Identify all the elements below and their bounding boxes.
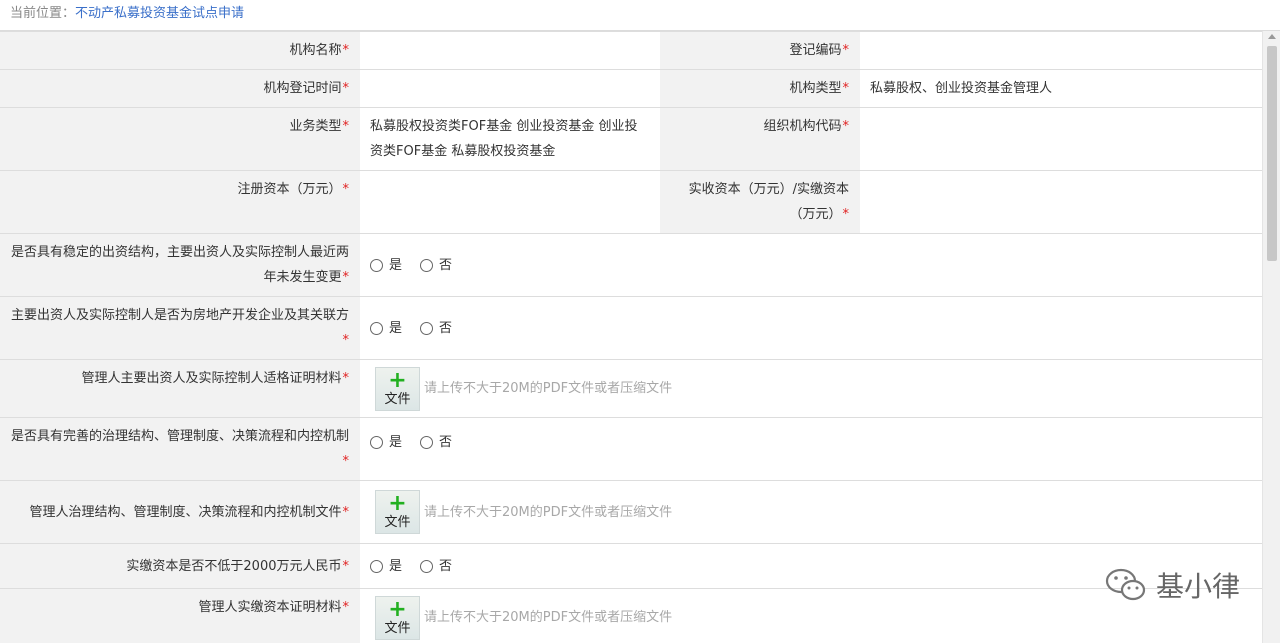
- row-governance: 是否具有完善的治理结构、管理制度、决策流程和内控机制* 是 否: [0, 418, 1262, 481]
- reg-code-value: [860, 32, 1262, 69]
- paid-proof-label: 管理人实缴资本证明材料*: [0, 589, 360, 643]
- plus-icon: +: [388, 491, 407, 516]
- form-frame: 机构名称* 登记编码* 机构登记时间* 机构类型* 私募股权、创业投资基金管理人…: [0, 31, 1280, 643]
- qual-material-label: 管理人主要出资人及实际控制人适格证明材料*: [0, 360, 360, 417]
- upload-hint: 请上传不大于20M的PDF文件或者压缩文件: [424, 504, 673, 520]
- paid-capital-value: [860, 171, 1262, 233]
- org-name-value: [360, 32, 660, 69]
- qual-material-upload: + 文件 请上传不大于20M的PDF文件或者压缩文件: [360, 360, 1262, 417]
- stable-structure-no-radio[interactable]: 否: [420, 253, 452, 278]
- watermark-text: 基小律: [1155, 570, 1240, 603]
- real-estate-label: 主要出资人及实际控制人是否为房地产开发企业及其关联方*: [0, 297, 360, 359]
- governance-file-upload-button[interactable]: + 文件: [375, 490, 420, 534]
- governance-options: 是 否: [360, 418, 1262, 480]
- biz-type-label: 业务类型*: [0, 108, 360, 170]
- row-governance-file: 管理人治理结构、管理制度、决策流程和内控机制文件* + 文件 请上传不大于20M的…: [0, 481, 1262, 544]
- governance-label: 是否具有完善的治理结构、管理制度、决策流程和内控机制*: [0, 418, 360, 480]
- plus-icon: +: [388, 367, 407, 393]
- watermark: 基小律: [1104, 565, 1240, 605]
- biz-type-value: 私募股权投资类FOF基金 创业投资基金 创业投资类FOF基金 私募股权投资基金: [370, 119, 638, 159]
- paid-2000-label: 实缴资本是否不低于2000万元人民币*: [0, 544, 360, 588]
- qual-material-upload-button[interactable]: + 文件: [375, 366, 420, 411]
- breadcrumb-label: 当前位置：: [10, 6, 76, 21]
- real-estate-options: 是 否: [360, 297, 1262, 359]
- paid-2000-yes-radio[interactable]: 是: [370, 554, 402, 579]
- stable-structure-label: 是否具有稳定的出资结构，主要出资人及实际控制人最近两年未发生变更*: [0, 234, 360, 296]
- governance-no-radio[interactable]: 否: [420, 430, 452, 455]
- row-org-name: 机构名称* 登记编码*: [0, 32, 1262, 70]
- row-paid-2000: 实缴资本是否不低于2000万元人民币* 是 否: [0, 544, 1262, 589]
- row-stable-structure: 是否具有稳定的出资结构，主要出资人及实际控制人最近两年未发生变更* 是 否: [0, 234, 1262, 297]
- paid-capital-label: 实收资本（万元）/实缴资本（万元）*: [660, 171, 860, 233]
- breadcrumb: 当前位置：不动产私募投资基金试点申请: [0, 0, 1280, 31]
- paid-proof-upload-button[interactable]: + 文件: [375, 595, 420, 640]
- reg-capital-value: [360, 171, 660, 233]
- row-real-estate: 主要出资人及实际控制人是否为房地产开发企业及其关联方* 是 否: [0, 297, 1262, 360]
- org-type-value: 私募股权、创业投资基金管理人: [870, 81, 1053, 96]
- reg-time-label: 机构登记时间*: [0, 70, 360, 107]
- governance-file-label: 管理人治理结构、管理制度、决策流程和内控机制文件*: [0, 481, 360, 543]
- breadcrumb-current[interactable]: 不动产私募投资基金试点申请: [75, 6, 244, 21]
- reg-capital-label: 注册资本（万元）*: [0, 171, 360, 233]
- org-code-value: [860, 108, 1262, 170]
- reg-code-label: 登记编码*: [660, 32, 860, 69]
- stable-structure-options: 是 否: [360, 234, 1262, 296]
- row-capital: 注册资本（万元）* 实收资本（万元）/实缴资本（万元）*: [0, 171, 1262, 234]
- vertical-scrollbar[interactable]: [1262, 31, 1280, 643]
- application-form: 机构名称* 登记编码* 机构登记时间* 机构类型* 私募股权、创业投资基金管理人…: [0, 31, 1262, 643]
- row-reg-time: 机构登记时间* 机构类型* 私募股权、创业投资基金管理人: [0, 70, 1262, 108]
- paid-2000-no-radio[interactable]: 否: [420, 554, 452, 579]
- real-estate-yes-radio[interactable]: 是: [370, 316, 402, 341]
- org-code-label: 组织机构代码*: [660, 108, 860, 170]
- real-estate-no-radio[interactable]: 否: [420, 316, 452, 341]
- row-paid-proof: 管理人实缴资本证明材料* + 文件 请上传不大于20M的PDF文件或者压缩文件: [0, 589, 1262, 643]
- row-qual-material: 管理人主要出资人及实际控制人适格证明材料* + 文件 请上传不大于20M的PDF文…: [0, 360, 1262, 418]
- scroll-up-icon[interactable]: [1268, 34, 1276, 39]
- org-name-label: 机构名称*: [0, 32, 360, 69]
- governance-yes-radio[interactable]: 是: [370, 430, 402, 455]
- stable-structure-yes-radio[interactable]: 是: [370, 253, 402, 278]
- upload-hint: 请上传不大于20M的PDF文件或者压缩文件: [424, 381, 673, 396]
- scrollbar-thumb[interactable]: [1267, 46, 1277, 261]
- org-type-label: 机构类型*: [660, 70, 860, 107]
- wechat-icon: [1105, 568, 1146, 601]
- upload-hint: 请上传不大于20M的PDF文件或者压缩文件: [424, 610, 673, 625]
- plus-icon: +: [388, 596, 407, 622]
- governance-file-upload: + 文件 请上传不大于20M的PDF文件或者压缩文件: [360, 481, 1262, 543]
- row-biz-type: 业务类型* 私募股权投资类FOF基金 创业投资基金 创业投资类FOF基金 私募股…: [0, 108, 1262, 171]
- reg-time-value: [360, 70, 660, 107]
